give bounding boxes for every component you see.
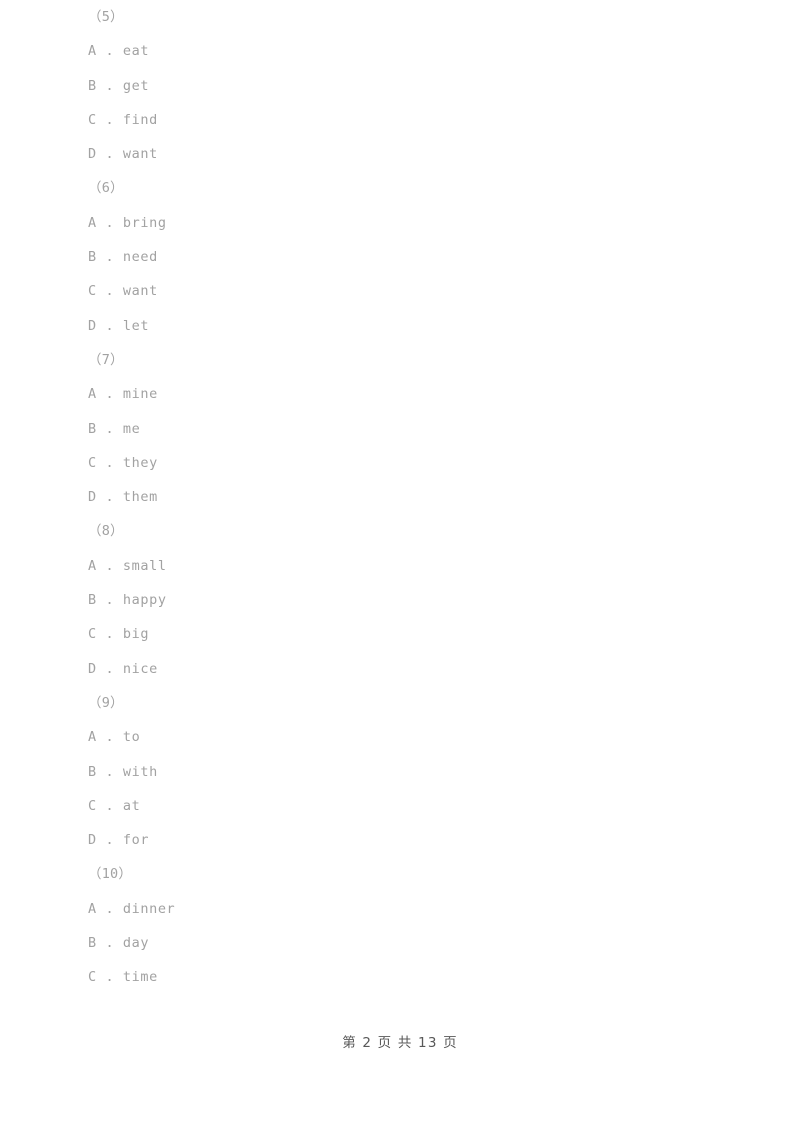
question-option[interactable]: C . big — [0, 617, 800, 651]
question-number: （10） — [88, 866, 133, 883]
question-option[interactable]: D . for — [0, 823, 800, 857]
question-option[interactable]: A . eat — [0, 34, 800, 68]
question-option[interactable]: C . find — [0, 103, 800, 137]
question-option[interactable]: B . day — [0, 926, 800, 960]
question-number: （6） — [88, 180, 124, 197]
question-block: （5） A . eat B . get C . find D . want — [0, 0, 800, 171]
question-option[interactable]: B . me — [0, 412, 800, 446]
question-option[interactable]: A . to — [0, 720, 800, 754]
question-block: （7） A . mine B . me C . they D . them — [0, 343, 800, 514]
question-option[interactable]: B . happy — [0, 583, 800, 617]
page-footer: 第 2 页 共 13 页 — [342, 1035, 458, 1051]
question-block: （10） A . dinner B . day C . time — [0, 857, 800, 994]
question-option[interactable]: B . with — [0, 755, 800, 789]
question-option[interactable]: C . want — [0, 274, 800, 308]
question-option[interactable]: D . let — [0, 309, 800, 343]
question-option[interactable]: A . small — [0, 549, 800, 583]
question-list: （5） A . eat B . get C . find D . want （6… — [0, 0, 800, 995]
question-option[interactable]: B . get — [0, 69, 800, 103]
question-option[interactable]: A . bring — [0, 206, 800, 240]
question-option[interactable]: A . mine — [0, 377, 800, 411]
question-number: （8） — [88, 523, 124, 540]
document-page: （5） A . eat B . get C . find D . want （6… — [0, 0, 800, 1132]
question-option[interactable]: A . dinner — [0, 892, 800, 926]
question-number: （7） — [88, 351, 124, 368]
question-option[interactable]: C . they — [0, 446, 800, 480]
question-option[interactable]: D . want — [0, 137, 800, 171]
question-option[interactable]: D . them — [0, 480, 800, 514]
question-block: （8） A . small B . happy C . big D . nice — [0, 514, 800, 685]
question-block: （9） A . to B . with C . at D . for — [0, 686, 800, 857]
question-option[interactable]: C . at — [0, 789, 800, 823]
question-option[interactable]: C . time — [0, 960, 800, 994]
question-number: （5） — [88, 9, 124, 25]
question-block: （6） A . bring B . need C . want D . let — [0, 171, 800, 342]
question-option[interactable]: D . nice — [0, 652, 800, 686]
question-number: （9） — [88, 694, 124, 711]
question-option[interactable]: B . need — [0, 240, 800, 274]
